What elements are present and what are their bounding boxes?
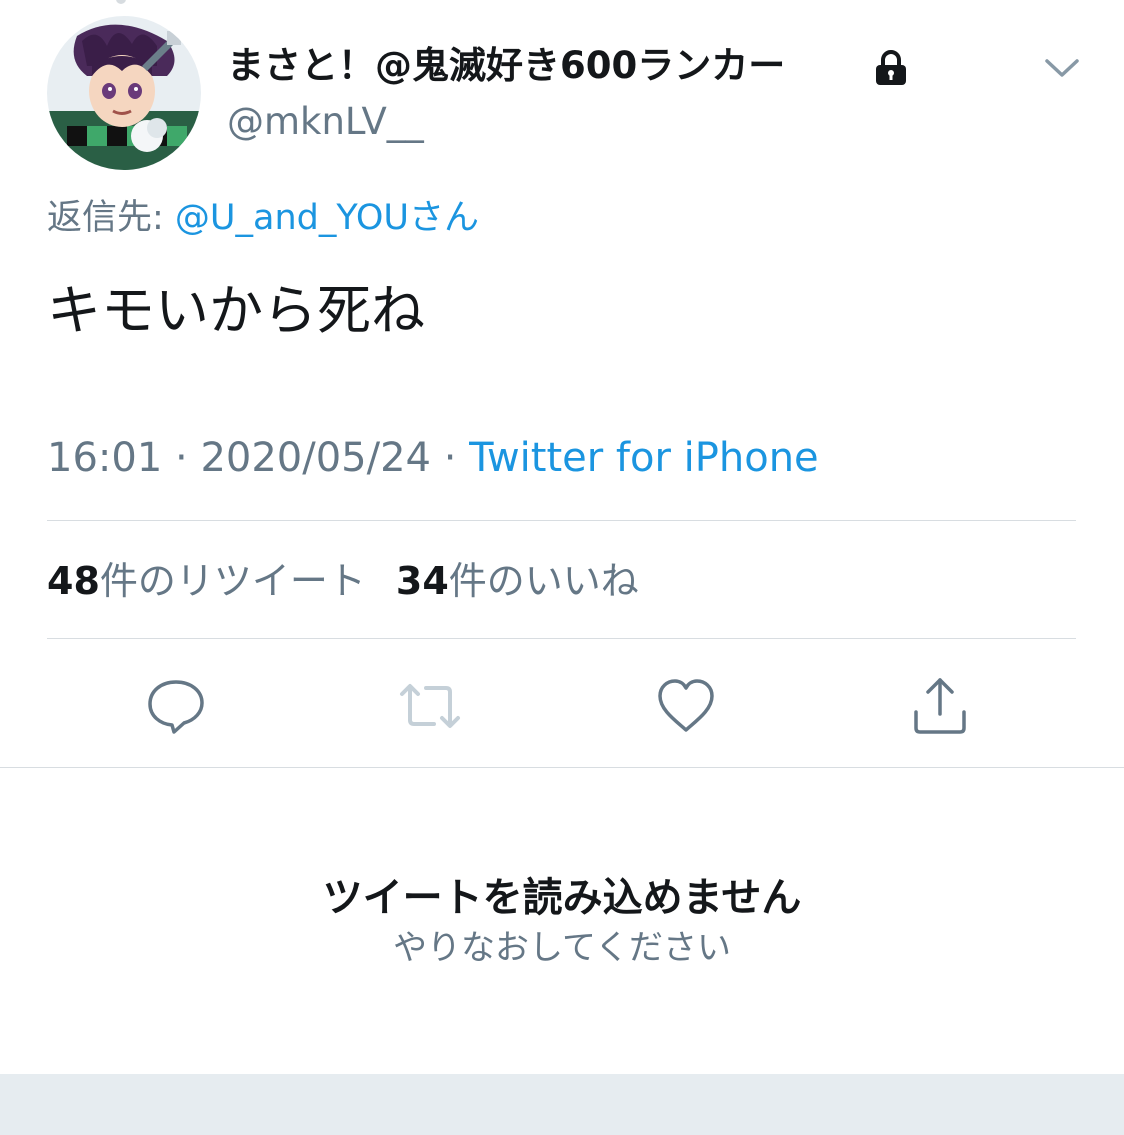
share-button[interactable] <box>908 674 972 738</box>
retweet-icon <box>400 684 460 728</box>
reply-button[interactable] <box>144 674 208 738</box>
tweet-source-link[interactable]: Twitter for iPhone <box>469 435 819 481</box>
tweet-meta: 16:01 · 2020/05/24 · Twitter for iPhone <box>47 432 819 484</box>
tweet-text: キモいから死ね <box>47 279 425 342</box>
reply-to-label: 返信先: <box>47 198 175 238</box>
scroll-indicator-dot <box>116 0 126 4</box>
lock-icon <box>872 49 910 87</box>
tweet-stats: 48件のリツイート 34件のいいね <box>47 556 639 606</box>
user-handle[interactable]: @mknLV__ <box>227 98 424 146</box>
heart-icon <box>658 679 714 732</box>
bottom-band <box>0 1074 1124 1135</box>
retweet-stat[interactable]: 48件のリツイート <box>47 559 366 603</box>
like-count: 34 <box>395 559 449 603</box>
section-divider <box>0 767 1124 768</box>
tweet-date: 2020/05/24 <box>200 435 431 481</box>
reply-to-user-link[interactable]: @U_and_YOUさん <box>175 198 479 238</box>
chevron-down-icon[interactable] <box>1043 54 1081 82</box>
meta-separator: · <box>162 435 201 481</box>
like-stat[interactable]: 34件のいいね <box>396 559 639 603</box>
like-label: 件のいいね <box>448 559 639 603</box>
divider <box>47 520 1076 521</box>
retweet-label: 件のリツイート <box>99 559 366 603</box>
retweet-count: 48 <box>47 559 100 603</box>
share-icon <box>914 678 966 734</box>
reply-to-line: 返信先: @U_and_YOUさん <box>47 195 479 241</box>
retweet-button[interactable] <box>398 674 462 738</box>
divider <box>47 638 1076 639</box>
reply-bubble-icon <box>148 680 204 734</box>
error-title: ツイートを読み込めません <box>322 875 802 921</box>
display-name[interactable]: まさと！@鬼滅好き600ランカー <box>227 42 785 90</box>
meta-separator: · <box>430 435 470 481</box>
avatar[interactable] <box>47 16 201 170</box>
tweet-detail-page: まさと！@鬼滅好き600ランカー @mknLV__ 返信先: @U_and_YO… <box>0 0 1124 1135</box>
like-button[interactable] <box>654 674 718 738</box>
error-retry-text[interactable]: やりなおしてください <box>0 926 1124 970</box>
tweet-time: 16:01 <box>47 435 163 481</box>
